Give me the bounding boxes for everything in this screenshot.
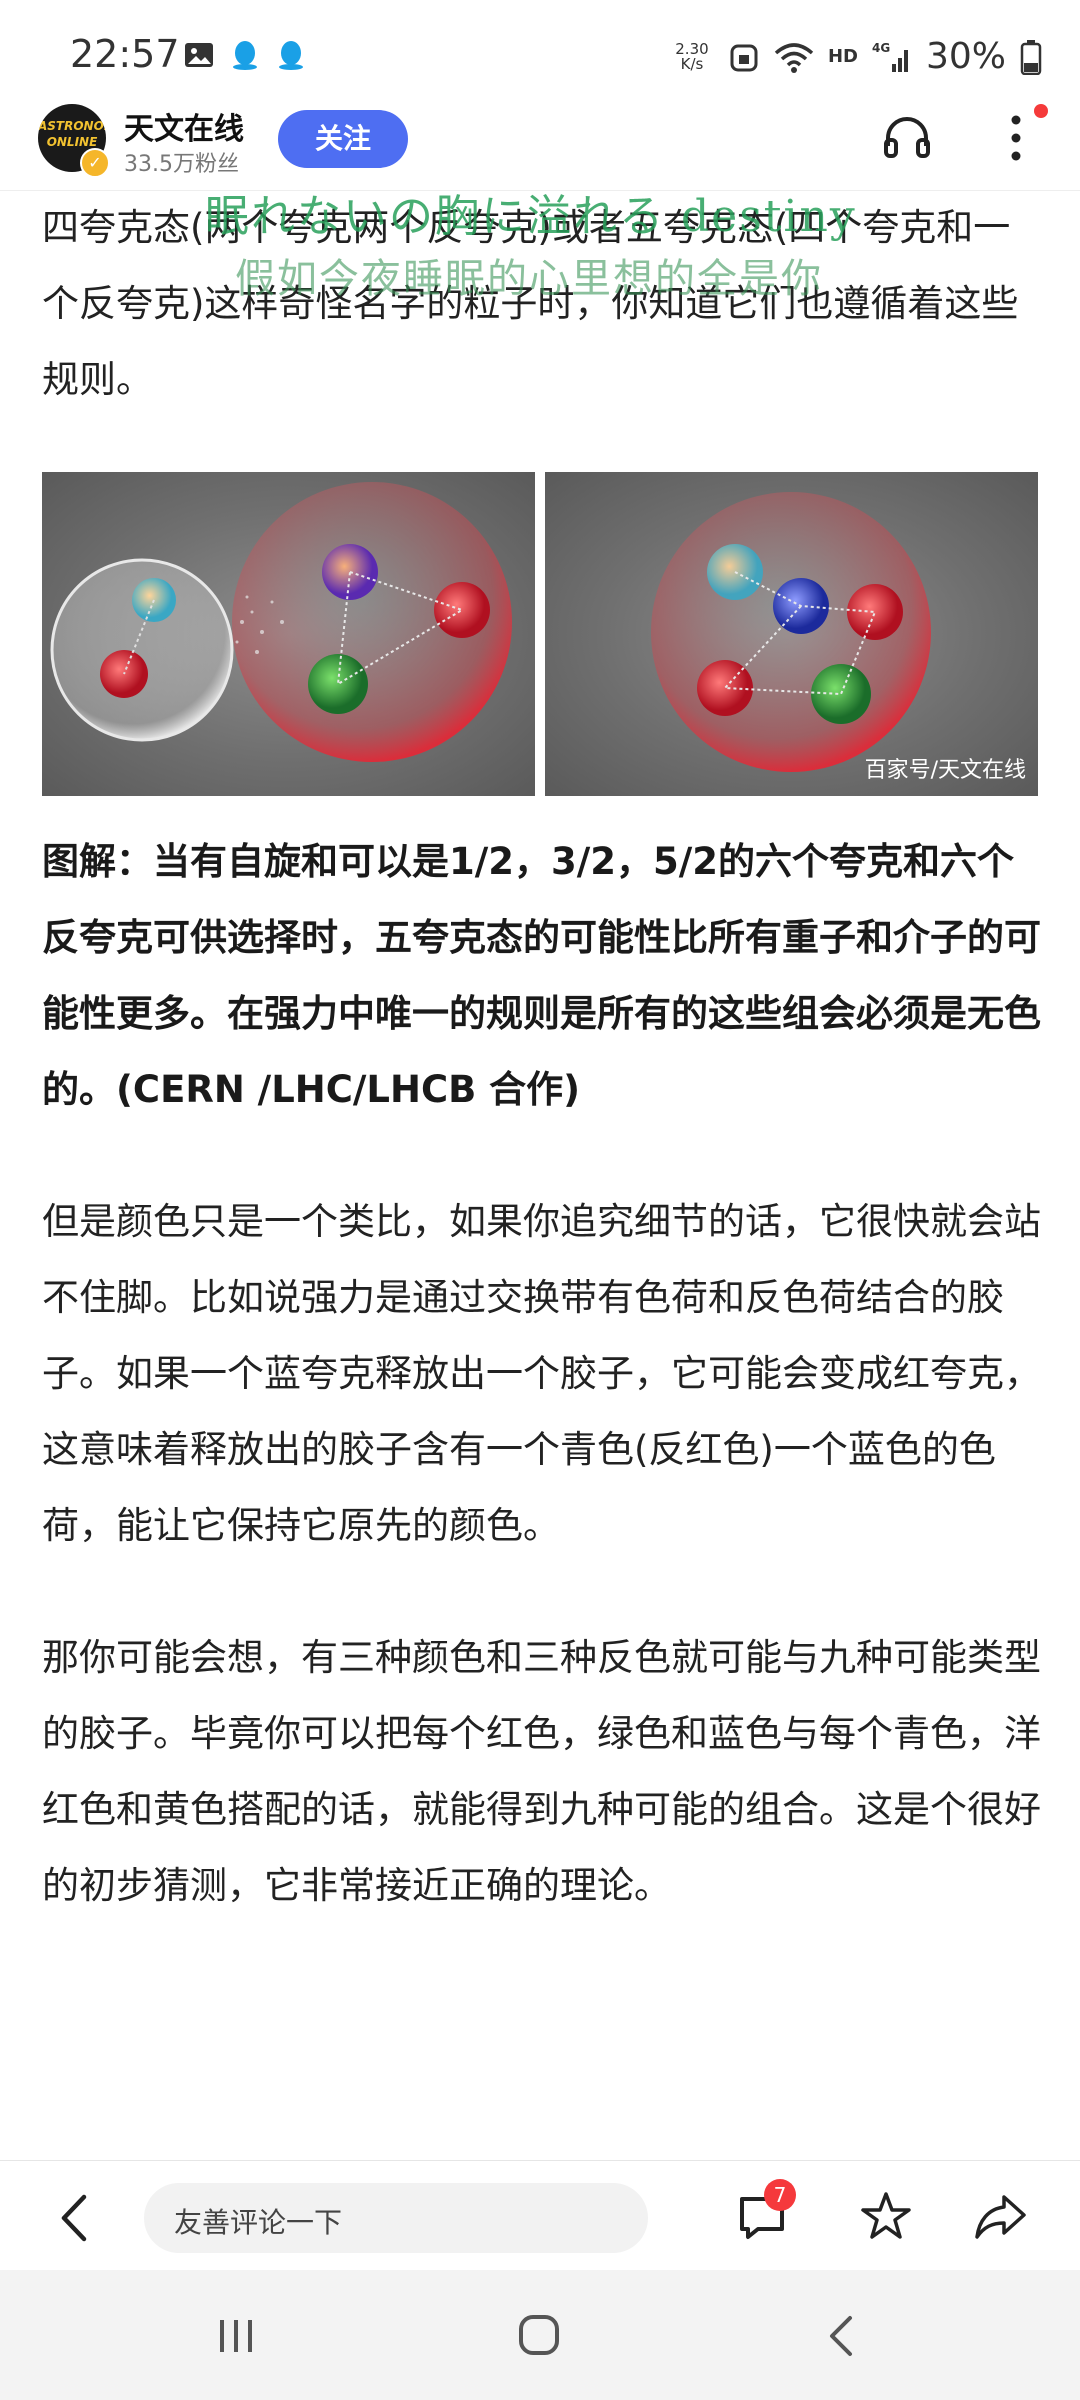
vpn-lock-icon [730, 44, 758, 71]
wifi-icon [774, 42, 814, 73]
quark-illustration-right [651, 492, 931, 772]
comment-input[interactable]: 友善评论一下 [144, 2183, 648, 2253]
back-arrow-icon[interactable] [54, 2191, 94, 2245]
net-speed: 2.30 K/s [670, 41, 714, 73]
share-icon[interactable] [972, 2189, 1028, 2245]
image-panel-right: 百家号/天文在线 [545, 472, 1038, 796]
avatar-logo-text: ASTRONOM ONLINE [38, 118, 106, 150]
image-caption: 图解：当有自旋和可以是1/2，3/2，5/2的六个夸克和六个反夸克可供选择时，五… [42, 840, 1041, 1111]
avatar-logo-line1: ASTRONOM [38, 119, 106, 133]
notification-dot [1034, 104, 1048, 118]
gallery-icon [185, 43, 213, 67]
image-credit: 百家号/天文在线 [864, 758, 1026, 783]
verified-icon: ✓ [80, 148, 110, 178]
system-nav-bar [0, 2270, 1080, 2400]
article-body: 四夸克态(两个夸克两个反夸克)或者五夸克态(四个夸克和一个反夸克)这样奇怪名字的… [42, 190, 1042, 1924]
headphone-icon[interactable] [880, 110, 934, 164]
battery-icon [1020, 39, 1042, 75]
status-right: 2.30 K/s HD 4G 30% [670, 36, 1042, 77]
signal-icon: 4G [872, 41, 908, 72]
account-name[interactable]: 天文在线 [124, 104, 244, 148]
battery-percent: 30% [925, 36, 1006, 77]
status-time: 22:57 [70, 32, 180, 76]
notification-icons [182, 38, 308, 72]
home-icon[interactable] [514, 2310, 564, 2360]
paragraph-3: 那你可能会想，有三种颜色和三种反色就可能与九种可能类型的胶子。毕竟你可以把每个红… [42, 1636, 1041, 1907]
qq-icon-2 [279, 41, 303, 70]
article-header: ASTRONOM ONLINE ✓ 天文在线 33.5万粉丝 关注 [0, 98, 1080, 191]
article-image[interactable]: 百家号/天文在线 [42, 472, 1038, 796]
more-options-icon[interactable] [998, 108, 1034, 168]
recent-apps-icon[interactable] [214, 2314, 258, 2358]
image-panel-left [42, 472, 535, 796]
status-bar: 22:57 2.30 K/s HD 4G 30% [0, 0, 1080, 100]
system-back-icon[interactable] [822, 2314, 862, 2358]
bottom-toolbar: 友善评论一下 7 [0, 2160, 1080, 2271]
qq-icon [233, 41, 257, 70]
paragraph-1: 四夸克态(两个夸克两个反夸克)或者五夸克态(四个夸克和一个反夸克)这样奇怪名字的… [42, 206, 1019, 401]
fans-count: 33.5万粉丝 [124, 152, 239, 177]
hd-indicator: HD [827, 46, 858, 67]
comment-placeholder: 友善评论一下 [174, 2206, 343, 2239]
quark-illustration-left [50, 482, 512, 762]
net-speed-unit: K/s [680, 54, 704, 73]
paragraph-2: 但是颜色只是一个类比，如果你追究细节的话，它很快就会站不住脚。比如说强力是通过交… [42, 1200, 1041, 1547]
svg-text:4G: 4G [872, 41, 890, 55]
comment-count-badge: 7 [764, 2179, 796, 2211]
favorite-star-icon[interactable] [858, 2189, 914, 2245]
follow-button[interactable]: 关注 [278, 110, 408, 168]
